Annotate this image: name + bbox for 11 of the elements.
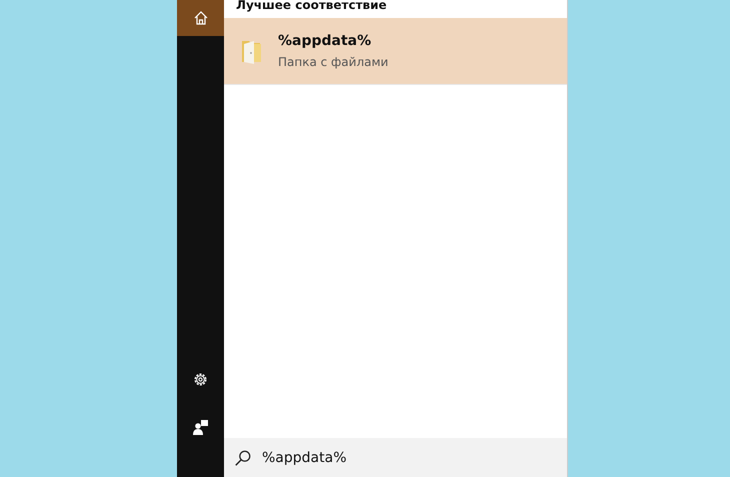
result-item[interactable]: %appdata% Папка с файлами [224,18,567,85]
feedback-icon [192,419,208,435]
sidebar-item[interactable] [177,0,224,36]
result-title: %appdata% [278,33,372,49]
search-field[interactable]: %appdata% [224,438,567,477]
result-subtitle: Папка с файлами [278,55,388,69]
search-icon [234,448,252,466]
home-icon [192,10,208,26]
settings-icon [192,370,209,388]
section-heading: Лучшее соответствие [235,0,388,14]
search-field[interactable]: %appdata% [262,450,542,466]
